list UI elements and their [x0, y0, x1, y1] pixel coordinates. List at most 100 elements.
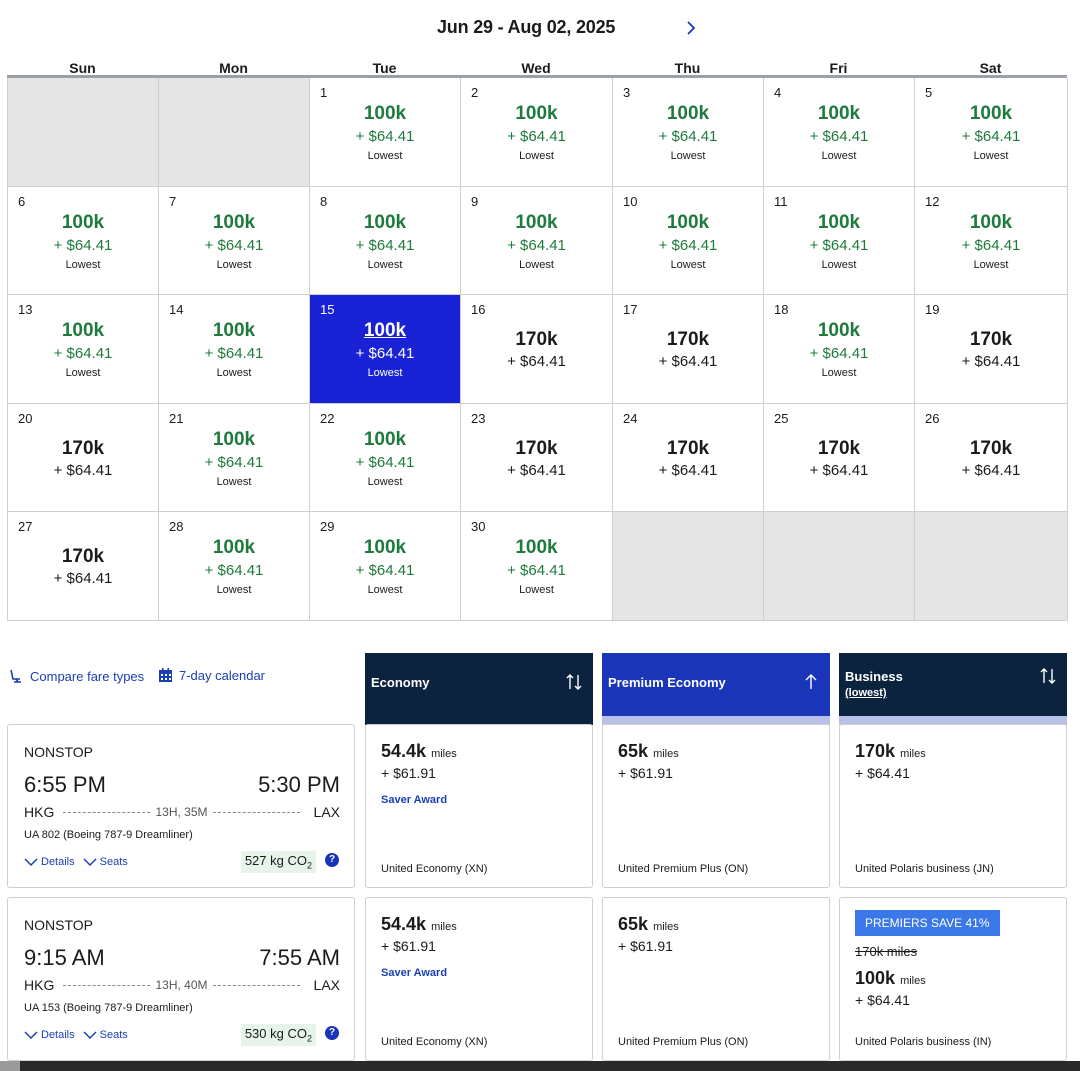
lowest-tag: Lowest: [670, 258, 706, 271]
calendar-day-cell[interactable]: 10 100k + $64.41 Lowest: [613, 186, 764, 295]
calendar-day-cell[interactable]: 30 100k + $64.41 Lowest: [461, 512, 613, 621]
fare-miles: 54.4k miles: [381, 741, 457, 762]
details-toggle[interactable]: Details: [24, 856, 75, 868]
calendar-day-cell[interactable]: 2 100k + $64.41 Lowest: [461, 78, 613, 187]
day-miles: 100k: [363, 103, 407, 124]
economy-column-header[interactable]: Economy: [365, 653, 593, 725]
fare-tax: + $61.91: [381, 765, 436, 781]
day-number: 17: [623, 302, 638, 317]
seven-day-calendar-link[interactable]: 7-day calendar: [158, 668, 265, 683]
duration: 13H, 40M: [63, 978, 300, 992]
day-number: 23: [471, 410, 486, 426]
day-number: 27: [18, 519, 33, 534]
calendar-day-cell[interactable]: 18 100k + $64.41 Lowest: [764, 295, 915, 404]
calendar-day-cell[interactable]: 9 100k + $64.41 Lowest: [461, 186, 613, 295]
help-icon[interactable]: ?: [325, 853, 339, 867]
day-number: 13: [18, 302, 33, 317]
calendar-day-cell[interactable]: 12 100k + $64.41 Lowest: [915, 186, 1068, 295]
seats-toggle[interactable]: Seats: [83, 1029, 128, 1041]
calendar-day-cell[interactable]: 28 100k + $64.41 Lowest: [159, 512, 310, 621]
day-tax: + $64.41: [204, 236, 264, 254]
business-title-text: Business: [845, 669, 903, 684]
calendar-day-cell[interactable]: 23 170k + $64.41: [461, 403, 613, 512]
business-column-header[interactable]: Business (lowest): [839, 653, 1067, 725]
calendar-day-cell[interactable]: 25 170k + $64.41: [764, 403, 915, 512]
co2-text: 527 kg CO: [244, 853, 307, 868]
compare-fare-types-link[interactable]: Compare fare types: [8, 668, 144, 684]
flight-links: Details Seats: [24, 856, 128, 868]
calendar-day-cell[interactable]: 6 100k + $64.41 Lowest: [8, 186, 159, 295]
calendar-day-cell[interactable]: 16 170k + $64.41: [461, 295, 613, 404]
day-number: 5: [925, 85, 933, 100]
day-miles: 170k: [666, 329, 710, 350]
calendar-day-cell[interactable]: 27 170k + $64.41: [8, 512, 159, 621]
details-toggle[interactable]: Details: [24, 1029, 75, 1041]
day-number: 2: [471, 85, 479, 100]
lowest-tag: Lowest: [367, 258, 403, 271]
calendar-day-cell[interactable]: 14 100k + $64.41 Lowest: [159, 295, 310, 404]
calendar-day-cell[interactable]: 13 100k + $64.41 Lowest: [8, 295, 159, 404]
premium-economy-column-title: Premium Economy: [608, 675, 726, 690]
calendar-day-cell[interactable]: 3 100k + $64.41 Lowest: [613, 78, 764, 187]
day-miles: 170k: [515, 329, 558, 350]
day-tax: + $64.41: [809, 236, 869, 254]
miles-unit: miles: [431, 748, 457, 760]
premium-fare-card[interactable]: 65k miles + $61.91 United Premium Plus (…: [602, 897, 830, 1061]
day-number: 4: [774, 85, 782, 100]
fare-class: United Premium Plus (ON): [618, 863, 749, 875]
sort-icon: [1040, 668, 1056, 684]
calendar-day-cell[interactable]: 20 170k + $64.41: [8, 403, 159, 512]
flight-card[interactable]: NONSTOP 6:55 PM 5:30 PM HKG 13H, 35M LAX…: [7, 724, 355, 888]
next-range-button[interactable]: [681, 14, 701, 42]
lowest-tag: Lowest: [216, 367, 252, 379]
arrival-time: 5:30 PM: [258, 772, 340, 797]
calendar-day-cell[interactable]: 1 100k + $64.41 Lowest: [310, 78, 461, 187]
calendar-day-cell[interactable]: 19 170k + $64.41: [915, 295, 1068, 404]
flight-card[interactable]: NONSTOP 9:15 AM 7:55 AM HKG 13H, 40M LAX…: [7, 897, 355, 1061]
calendar-day-cell[interactable]: 4 100k + $64.41 Lowest: [764, 78, 915, 187]
business-lowest-link[interactable]: (lowest): [845, 685, 903, 702]
fare-class: United Polaris business (IN): [855, 1036, 992, 1048]
day-tax: + $64.41: [507, 128, 566, 145]
day-miles: 100k: [817, 320, 861, 341]
premiers-save-badge: PREMIERS SAVE 41%: [855, 910, 1000, 936]
chevron-down-icon: [24, 1030, 38, 1039]
business-fare-card[interactable]: PREMIERS SAVE 41% 170k miles 100k miles …: [839, 897, 1067, 1061]
fare-class: United Economy (XN): [381, 863, 488, 875]
day-number: 3: [623, 85, 631, 100]
calendar-day-cell[interactable]: 5 100k + $64.41 Lowest: [915, 78, 1068, 187]
co2-emissions: 530 kg CO2: [240, 1024, 316, 1046]
calendar-day-cell[interactable]: 26 170k + $64.41: [915, 403, 1068, 512]
chevron-right-icon: [687, 21, 696, 35]
premium-fare-card[interactable]: 65k miles + $61.91 United Premium Plus (…: [602, 724, 830, 888]
fare-tax: + $61.91: [381, 938, 436, 954]
day-tax: + $64.41: [961, 128, 1021, 145]
calendar-day-cell[interactable]: 11 100k + $64.41 Lowest: [764, 186, 915, 295]
stops-label: NONSTOP: [24, 917, 93, 933]
day-miles: 100k: [212, 537, 256, 558]
day-tax: + $64.41: [355, 128, 415, 145]
help-icon[interactable]: ?: [325, 1026, 339, 1040]
calendar-day-cell[interactable]: 7 100k + $64.41 Lowest: [159, 186, 310, 295]
flight-links: Details Seats: [24, 1029, 128, 1041]
fare-miles: 100k miles: [855, 968, 926, 989]
seats-toggle[interactable]: Seats: [83, 856, 128, 868]
duration-text: 13H, 40M: [155, 978, 208, 992]
calendar-day-cell[interactable]: 8 100k + $64.41 Lowest: [310, 186, 461, 295]
calendar-day-cell[interactable]: 15 100k + $64.41 Lowest: [310, 295, 461, 404]
calendar-day-cell[interactable]: 29 100k + $64.41 Lowest: [310, 512, 461, 621]
calendar-day-cell[interactable]: 17 170k + $64.41: [613, 295, 764, 404]
chevron-down-icon: [83, 1030, 97, 1039]
business-column-title: Business (lowest): [845, 668, 903, 702]
day-miles: 170k: [61, 437, 105, 459]
premium-economy-column-header[interactable]: Premium Economy: [602, 653, 830, 725]
fare-miles: 65k miles: [618, 741, 679, 762]
economy-fare-card[interactable]: 54.4k miles + $61.91 Saver Award United …: [365, 897, 593, 1061]
calendar-day-cell[interactable]: 24 170k + $64.41: [613, 403, 764, 512]
calendar-day-cell[interactable]: 21 100k + $64.41 Lowest: [159, 403, 310, 512]
business-fare-card[interactable]: 170k miles + $64.41 United Polaris busin…: [839, 724, 1067, 888]
calendar-day-cell[interactable]: 22 100k + $64.41 Lowest: [310, 403, 461, 512]
economy-fare-card[interactable]: 54.4k miles + $61.91 Saver Award United …: [365, 724, 593, 888]
fare-miles: 65k miles: [618, 914, 679, 935]
day-number: 10: [623, 193, 638, 209]
